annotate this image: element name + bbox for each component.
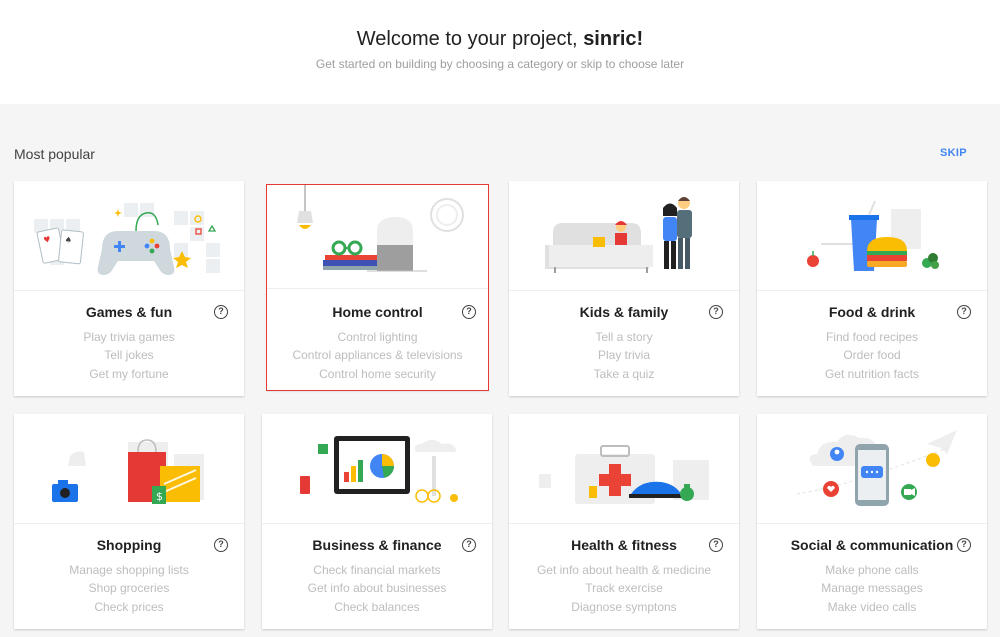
help-icon[interactable]: ? <box>214 305 228 319</box>
help-icon[interactable]: ? <box>462 305 476 319</box>
example-query: Manage shopping lists <box>69 563 189 577</box>
category-card-kids-family[interactable]: Kids & family ? Tell a story Play trivia… <box>509 181 739 396</box>
phone-chat-illustration <box>757 414 987 524</box>
example-query: Find food recipes <box>825 330 919 344</box>
svg-text:♠: ♠ <box>64 235 72 245</box>
card-title: Business & finance <box>312 537 442 553</box>
example-query: Shop groceries <box>88 581 170 595</box>
welcome-text: Welcome to your project, <box>356 28 578 50</box>
example-query: Check financial markets <box>313 563 441 577</box>
example-query: Make phone calls <box>825 563 919 577</box>
example-query: Tell a story <box>595 330 653 344</box>
example-query: Control appliances & televisions <box>292 348 463 362</box>
category-card-health-fitness[interactable]: Health & fitness ? Get info about health… <box>509 414 739 629</box>
example-query: Get info about health & medicine <box>536 563 712 577</box>
shopping-bags-illustration: $ <box>14 414 244 524</box>
category-card-home-control[interactable]: Home control ? Control lighting Control … <box>266 184 489 391</box>
example-query: Track exercise <box>585 581 663 595</box>
category-card-social-communication[interactable]: Social & communication ? Make phone call… <box>757 414 987 629</box>
example-query: Play trivia <box>597 348 650 362</box>
skip-button[interactable]: SKIP <box>940 147 967 159</box>
example-query: Order food <box>843 348 901 362</box>
card-title: Food & drink <box>828 304 916 320</box>
project-name: sinric! <box>583 28 644 50</box>
help-icon[interactable]: ? <box>957 538 971 552</box>
example-query: Control lighting <box>337 330 418 344</box>
family-illustration <box>509 181 739 291</box>
help-icon[interactable]: ? <box>214 538 228 552</box>
card-title: Shopping <box>96 537 162 553</box>
example-query: Take a quiz <box>593 367 655 381</box>
welcome-heading: Welcome to your project, sinric! <box>0 28 1000 51</box>
business-chart-illustration <box>262 414 492 524</box>
gamepad-illustration: ♥ ♠ <box>14 181 244 291</box>
smart-speaker-illustration <box>267 185 488 289</box>
help-icon[interactable]: ? <box>709 305 723 319</box>
example-query: Make video calls <box>827 600 917 614</box>
welcome-subtitle: Get started on building by choosing a ca… <box>315 57 685 71</box>
example-query: Control home security <box>319 367 436 381</box>
first-aid-illustration <box>509 414 739 524</box>
help-icon[interactable]: ? <box>462 538 476 552</box>
example-query: Play trivia games <box>83 330 175 344</box>
help-icon[interactable]: ? <box>957 305 971 319</box>
example-query: Get my fortune <box>89 367 169 381</box>
example-query: Manage messages <box>821 581 923 595</box>
category-card-games-fun[interactable]: ♥ ♠ Games & fun ? Play trivia games Tell… <box>14 181 244 396</box>
burger-drink-illustration <box>757 181 987 291</box>
category-card-business-finance[interactable]: Business & finance ? Check financial mar… <box>262 414 492 629</box>
help-icon[interactable]: ? <box>709 538 723 552</box>
example-query: Check prices <box>94 600 164 614</box>
category-card-shopping[interactable]: $ Shopping ? Manage shopping lists Shop … <box>14 414 244 629</box>
page-header: Welcome to your project, sinric! Get sta… <box>0 0 1000 104</box>
example-query: Tell jokes <box>104 348 154 362</box>
section-label-most-popular: Most popular <box>14 146 95 162</box>
card-title: Health & fitness <box>571 537 677 553</box>
card-title: Kids & family <box>579 304 669 320</box>
card-title: Home control <box>332 304 423 320</box>
category-card-food-drink[interactable]: Food & drink ? Find food recipes Order f… <box>757 181 987 396</box>
card-title: Games & fun <box>85 304 173 320</box>
example-query: Get nutrition facts <box>824 367 920 381</box>
example-query: Diagnose symptons <box>571 600 677 614</box>
example-query: Get info about businesses <box>307 581 447 595</box>
svg-text:$: $ <box>156 490 163 503</box>
card-title: Social & communication <box>790 537 954 553</box>
example-query: Check balances <box>334 600 420 614</box>
